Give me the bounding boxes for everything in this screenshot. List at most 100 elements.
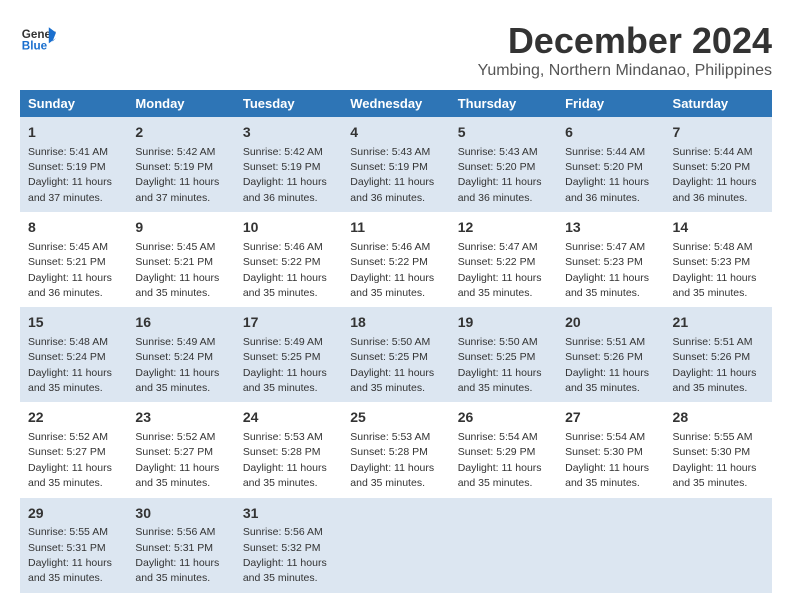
day-number: 27 bbox=[565, 408, 656, 428]
calendar-cell: 15 Sunrise: 5:48 AMSunset: 5:24 PMDayligh… bbox=[20, 307, 127, 402]
calendar-cell: 30Sunrise: 5:56 AMSunset: 5:31 PMDayligh… bbox=[127, 498, 234, 593]
day-number: 6 bbox=[565, 123, 656, 143]
calendar-cell: 5 Sunrise: 5:43 AMSunset: 5:20 PMDaylight… bbox=[450, 117, 557, 212]
day-number: 21 bbox=[673, 313, 764, 333]
day-number: 11 bbox=[350, 218, 441, 238]
week-row-3: 15 Sunrise: 5:48 AMSunset: 5:24 PMDayligh… bbox=[20, 307, 772, 402]
day-number: 9 bbox=[135, 218, 226, 238]
week-row-2: 8 Sunrise: 5:45 AMSunset: 5:21 PMDaylight… bbox=[20, 212, 772, 307]
calendar-cell: 25 Sunrise: 5:53 AMSunset: 5:28 PMDayligh… bbox=[342, 402, 449, 497]
week-row-5: 29Sunrise: 5:55 AMSunset: 5:31 PMDayligh… bbox=[20, 498, 772, 593]
sunrise-info: Sunrise: 5:53 AMSunset: 5:28 PMDaylight:… bbox=[350, 431, 434, 489]
day-number: 17 bbox=[243, 313, 334, 333]
calendar-cell: 14 Sunrise: 5:48 AMSunset: 5:23 PMDayligh… bbox=[665, 212, 772, 307]
day-number: 2 bbox=[135, 123, 226, 143]
calendar-cell: 3 Sunrise: 5:42 AMSunset: 5:19 PMDaylight… bbox=[235, 117, 342, 212]
sunrise-info: Sunrise: 5:56 AMSunset: 5:31 PMDaylight:… bbox=[135, 526, 219, 584]
month-title: December 2024 bbox=[478, 20, 772, 62]
day-number: 16 bbox=[135, 313, 226, 333]
calendar-cell: 7 Sunrise: 5:44 AMSunset: 5:20 PMDaylight… bbox=[665, 117, 772, 212]
calendar-cell bbox=[665, 498, 772, 593]
calendar-header-row: SundayMondayTuesdayWednesdayThursdayFrid… bbox=[20, 90, 772, 117]
sunrise-info: Sunrise: 5:47 AMSunset: 5:22 PMDaylight:… bbox=[458, 241, 542, 299]
sunrise-info: Sunrise: 5:45 AMSunset: 5:21 PMDaylight:… bbox=[28, 241, 112, 299]
sunrise-info: Sunrise: 5:56 AMSunset: 5:32 PMDaylight:… bbox=[243, 526, 327, 584]
sunrise-info: Sunrise: 5:44 AMSunset: 5:20 PMDaylight:… bbox=[673, 146, 757, 204]
page-header: General Blue December 2024 Yumbing, Nort… bbox=[20, 20, 772, 80]
sunrise-info: Sunrise: 5:52 AMSunset: 5:27 PMDaylight:… bbox=[135, 431, 219, 489]
calendar-cell: 29Sunrise: 5:55 AMSunset: 5:31 PMDayligh… bbox=[20, 498, 127, 593]
calendar-cell: 26 Sunrise: 5:54 AMSunset: 5:29 PMDayligh… bbox=[450, 402, 557, 497]
calendar-cell: 31Sunrise: 5:56 AMSunset: 5:32 PMDayligh… bbox=[235, 498, 342, 593]
day-number: 4 bbox=[350, 123, 441, 143]
calendar-cell: 13 Sunrise: 5:47 AMSunset: 5:23 PMDayligh… bbox=[557, 212, 664, 307]
day-number: 14 bbox=[673, 218, 764, 238]
sunrise-info: Sunrise: 5:47 AMSunset: 5:23 PMDaylight:… bbox=[565, 241, 649, 299]
calendar-cell: 18 Sunrise: 5:50 AMSunset: 5:25 PMDayligh… bbox=[342, 307, 449, 402]
sunrise-info: Sunrise: 5:55 AMSunset: 5:31 PMDaylight:… bbox=[28, 526, 112, 584]
calendar-cell: 24 Sunrise: 5:53 AMSunset: 5:28 PMDayligh… bbox=[235, 402, 342, 497]
header-friday: Friday bbox=[557, 90, 664, 117]
day-number: 30 bbox=[135, 504, 226, 524]
calendar-cell: 9 Sunrise: 5:45 AMSunset: 5:21 PMDaylight… bbox=[127, 212, 234, 307]
sunrise-info: Sunrise: 5:43 AMSunset: 5:20 PMDaylight:… bbox=[458, 146, 542, 204]
calendar-cell: 1 Sunrise: 5:41 AMSunset: 5:19 PMDaylight… bbox=[20, 117, 127, 212]
day-number: 13 bbox=[565, 218, 656, 238]
sunrise-info: Sunrise: 5:51 AMSunset: 5:26 PMDaylight:… bbox=[565, 336, 649, 394]
calendar-cell: 8 Sunrise: 5:45 AMSunset: 5:21 PMDaylight… bbox=[20, 212, 127, 307]
day-number: 7 bbox=[673, 123, 764, 143]
calendar-cell bbox=[342, 498, 449, 593]
day-number: 15 bbox=[28, 313, 119, 333]
day-number: 8 bbox=[28, 218, 119, 238]
sunrise-info: Sunrise: 5:48 AMSunset: 5:23 PMDaylight:… bbox=[673, 241, 757, 299]
day-number: 12 bbox=[458, 218, 549, 238]
sunrise-info: Sunrise: 5:43 AMSunset: 5:19 PMDaylight:… bbox=[350, 146, 434, 204]
day-number: 10 bbox=[243, 218, 334, 238]
logo: General Blue bbox=[20, 20, 56, 56]
sunrise-info: Sunrise: 5:41 AMSunset: 5:19 PMDaylight:… bbox=[28, 146, 112, 204]
day-number: 24 bbox=[243, 408, 334, 428]
sunrise-info: Sunrise: 5:53 AMSunset: 5:28 PMDaylight:… bbox=[243, 431, 327, 489]
day-number: 22 bbox=[28, 408, 119, 428]
header-saturday: Saturday bbox=[665, 90, 772, 117]
sunrise-info: Sunrise: 5:54 AMSunset: 5:30 PMDaylight:… bbox=[565, 431, 649, 489]
sunrise-info: Sunrise: 5:50 AMSunset: 5:25 PMDaylight:… bbox=[350, 336, 434, 394]
calendar-cell: 4 Sunrise: 5:43 AMSunset: 5:19 PMDaylight… bbox=[342, 117, 449, 212]
calendar-cell: 22Sunrise: 5:52 AMSunset: 5:27 PMDayligh… bbox=[20, 402, 127, 497]
header-wednesday: Wednesday bbox=[342, 90, 449, 117]
sunrise-info: Sunrise: 5:50 AMSunset: 5:25 PMDaylight:… bbox=[458, 336, 542, 394]
week-row-4: 22 Sunrise: 5:52 AMSunset: 5:27 PMDayligh… bbox=[20, 402, 772, 497]
sunrise-info: Sunrise: 5:45 AMSunset: 5:21 PMDaylight:… bbox=[135, 241, 219, 299]
day-number: 28 bbox=[673, 408, 764, 428]
sunrise-info: Sunrise: 5:49 AMSunset: 5:24 PMDaylight:… bbox=[135, 336, 219, 394]
calendar-cell: 11Sunrise: 5:46 AMSunset: 5:22 PMDayligh… bbox=[342, 212, 449, 307]
calendar-cell bbox=[450, 498, 557, 593]
calendar-cell bbox=[557, 498, 664, 593]
svg-text:Blue: Blue bbox=[22, 40, 48, 53]
sunrise-info: Sunrise: 5:42 AMSunset: 5:19 PMDaylight:… bbox=[243, 146, 327, 204]
day-number: 19 bbox=[458, 313, 549, 333]
day-number: 25 bbox=[350, 408, 441, 428]
calendar-cell: 12 Sunrise: 5:47 AMSunset: 5:22 PMDayligh… bbox=[450, 212, 557, 307]
day-number: 1 bbox=[28, 123, 119, 143]
day-number: 29 bbox=[28, 504, 119, 524]
day-number: 20 bbox=[565, 313, 656, 333]
sunrise-info: Sunrise: 5:54 AMSunset: 5:29 PMDaylight:… bbox=[458, 431, 542, 489]
calendar-cell: 16 Sunrise: 5:49 AMSunset: 5:24 PMDayligh… bbox=[127, 307, 234, 402]
day-number: 23 bbox=[135, 408, 226, 428]
day-number: 18 bbox=[350, 313, 441, 333]
header-thursday: Thursday bbox=[450, 90, 557, 117]
day-number: 3 bbox=[243, 123, 334, 143]
calendar-cell: 21Sunrise: 5:51 AMSunset: 5:26 PMDayligh… bbox=[665, 307, 772, 402]
sunrise-info: Sunrise: 5:55 AMSunset: 5:30 PMDaylight:… bbox=[673, 431, 757, 489]
day-number: 26 bbox=[458, 408, 549, 428]
day-number: 5 bbox=[458, 123, 549, 143]
calendar-table: SundayMondayTuesdayWednesdayThursdayFrid… bbox=[20, 90, 772, 593]
calendar-cell: 19 Sunrise: 5:50 AMSunset: 5:25 PMDayligh… bbox=[450, 307, 557, 402]
sunrise-info: Sunrise: 5:48 AMSunset: 5:24 PMDaylight:… bbox=[28, 336, 112, 394]
header-sunday: Sunday bbox=[20, 90, 127, 117]
logo-icon: General Blue bbox=[20, 20, 56, 56]
calendar-cell: 27 Sunrise: 5:54 AMSunset: 5:30 PMDayligh… bbox=[557, 402, 664, 497]
sunrise-info: Sunrise: 5:46 AMSunset: 5:22 PMDaylight:… bbox=[243, 241, 327, 299]
calendar-cell: 2Sunrise: 5:42 AMSunset: 5:19 PMDaylight… bbox=[127, 117, 234, 212]
